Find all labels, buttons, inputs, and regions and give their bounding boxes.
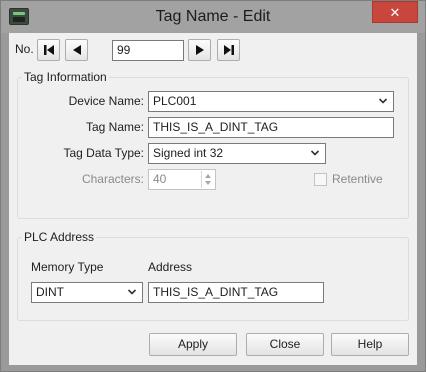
first-record-icon xyxy=(44,45,54,55)
record-number-field[interactable]: 99 xyxy=(112,40,184,61)
plc-address-title: PLC Address xyxy=(22,230,97,244)
retentive-checkbox[interactable] xyxy=(314,173,327,186)
apply-button[interactable]: Apply xyxy=(149,333,237,356)
memory-type-label: Memory Type xyxy=(31,260,104,274)
spinner-buttons[interactable] xyxy=(201,171,214,188)
address-input[interactable]: THIS_IS_A_DINT_TAG xyxy=(148,282,324,303)
address-label: Address xyxy=(148,260,193,274)
tag-data-type-select[interactable]: Signed int 32 xyxy=(148,143,326,164)
help-button[interactable]: Help xyxy=(331,333,409,356)
tag-data-type-value: Signed int 32 xyxy=(153,146,224,160)
memory-type-value: DINT xyxy=(36,285,64,299)
device-name-label: Device Name: xyxy=(68,94,144,108)
close-button[interactable]: Close xyxy=(246,333,324,356)
plc-address-group: PLC Address Memory Type Address DINT THI… xyxy=(17,230,409,321)
close-window-button[interactable]: ✕ xyxy=(372,1,418,23)
previous-record-button[interactable] xyxy=(65,39,88,61)
first-record-button[interactable] xyxy=(37,39,60,61)
spin-up-icon[interactable] xyxy=(205,174,211,178)
chevron-down-icon xyxy=(310,150,320,156)
memory-type-select[interactable]: DINT xyxy=(31,282,143,303)
characters-spinner[interactable]: 40 xyxy=(148,169,216,190)
characters-value: 40 xyxy=(153,172,167,186)
tag-information-title: Tag Information xyxy=(22,70,109,84)
retentive-label: Retentive xyxy=(332,172,383,186)
last-record-button[interactable] xyxy=(217,39,240,61)
previous-record-icon xyxy=(73,45,81,55)
tag-name-label: Tag Name: xyxy=(85,120,144,134)
device-name-value: PLC001 xyxy=(153,94,197,108)
spin-down-icon[interactable] xyxy=(205,181,211,185)
next-record-button[interactable] xyxy=(188,39,211,61)
record-number-label: No. xyxy=(15,42,34,56)
next-record-icon xyxy=(196,45,204,55)
last-record-icon xyxy=(224,45,234,55)
characters-label: Characters: xyxy=(81,172,144,186)
chevron-down-icon xyxy=(127,289,137,295)
chevron-down-icon xyxy=(378,98,388,104)
window-title: Tag Name - Edit xyxy=(155,8,271,25)
tag-name-input[interactable]: THIS_IS_A_DINT_TAG xyxy=(148,117,394,138)
tag-information-group: Tag Information Device Name: PLC001 Tag … xyxy=(17,70,409,219)
dialog-body: No. 99 Tag Information Device Name: PLC0… xyxy=(9,33,417,365)
device-name-select[interactable]: PLC001 xyxy=(148,91,394,112)
title-bar[interactable]: Tag Name - Edit ✕ xyxy=(1,1,425,33)
tag-data-type-label: Tag Data Type: xyxy=(63,146,145,160)
edit-dialog: Tag Name - Edit ✕ No. 99 Tag Information… xyxy=(0,0,426,372)
